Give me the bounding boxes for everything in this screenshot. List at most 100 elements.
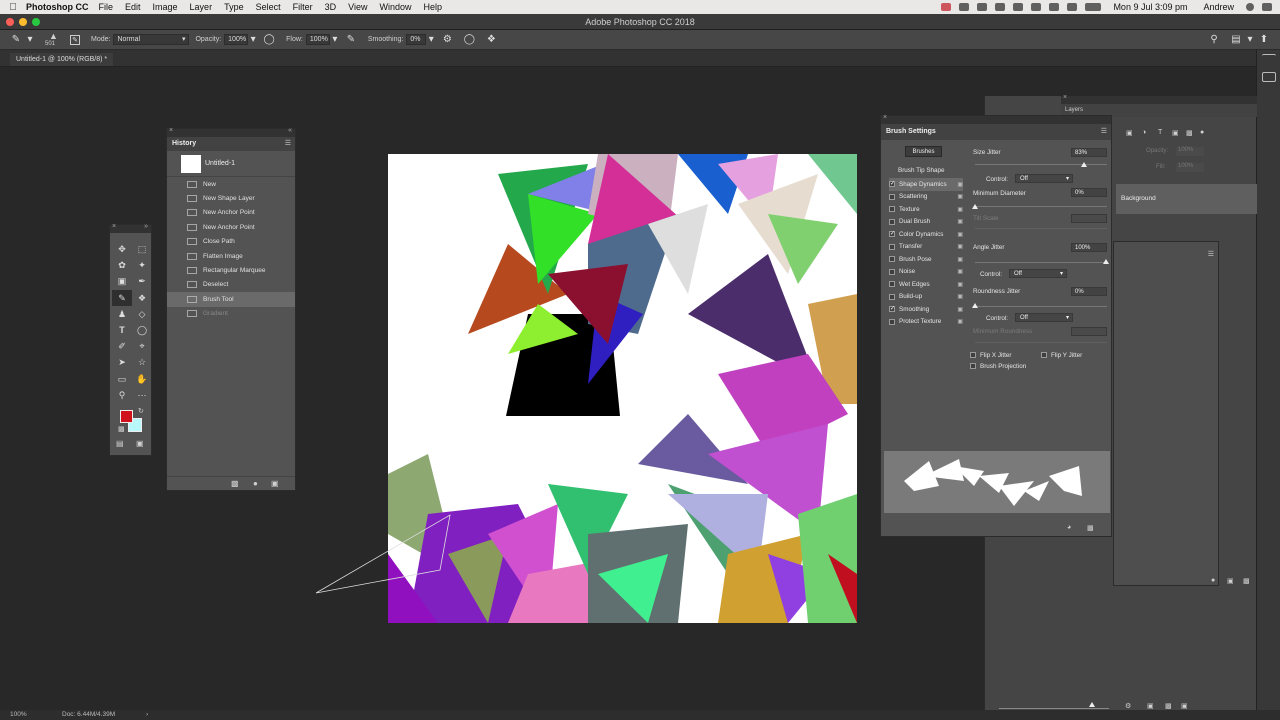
filter-adjust-icon[interactable]: ◑ — [1142, 129, 1146, 136]
swap-colors-icon[interactable]: ↻ — [138, 407, 144, 415]
checkbox[interactable] — [889, 281, 895, 288]
eraser-tool-icon[interactable]: ◇ — [132, 306, 152, 322]
size-jitter-slider[interactable] — [975, 164, 1107, 165]
share-icon[interactable]: ⬆ — [1258, 34, 1270, 46]
properties-icon[interactable]: ⚙ — [1125, 702, 1131, 710]
create-new-brush-icon[interactable]: ▩ — [1087, 524, 1094, 532]
lock-icon[interactable]: ▣ — [957, 193, 963, 200]
chevron-down-icon[interactable]: ▾ — [250, 34, 256, 46]
checkbox[interactable] — [889, 206, 895, 213]
pressure-opacity-icon[interactable]: ◯ — [263, 34, 275, 46]
menu-select[interactable]: Select — [256, 2, 281, 12]
hand-tool-icon[interactable]: ✋ — [132, 371, 152, 387]
brush-projection-checkbox[interactable]: Brush Projection — [970, 360, 1050, 373]
menu-image[interactable]: Image — [153, 2, 178, 12]
status-gmail-icon[interactable] — [995, 3, 1006, 11]
type-tool-icon[interactable]: T — [112, 322, 132, 338]
history-snapshot[interactable]: Untitled-1 — [167, 151, 295, 177]
toggle-live-tip-icon[interactable]: ◕ — [1067, 524, 1071, 531]
panel-collapse-icon[interactable] — [1261, 54, 1276, 58]
link-layers-icon[interactable]: ● — [1211, 577, 1215, 584]
more-tools-icon[interactable]: ⋯ — [132, 387, 152, 403]
size-jitter-field[interactable]: 83% — [1071, 148, 1107, 157]
status-dropbox-icon[interactable] — [1013, 3, 1024, 11]
status-record-icon[interactable] — [941, 3, 952, 11]
chevron-down-icon[interactable]: ▾ — [428, 34, 434, 46]
chevron-down-icon[interactable]: ▾ — [1247, 34, 1253, 46]
lock-icon[interactable]: ▣ — [957, 218, 963, 225]
zoom-tool-icon[interactable]: ⚲ — [112, 387, 132, 403]
layers-tab[interactable]: Layers — [1065, 107, 1083, 113]
menu-edit[interactable]: Edit — [125, 2, 141, 12]
layers-fill-field[interactable]: 100% — [1176, 163, 1204, 172]
brush-option-item[interactable]: Wet Edges ▣ — [889, 278, 963, 291]
status-drive-icon[interactable] — [977, 3, 988, 11]
brush-panel-toggle-icon[interactable]: ✎ — [70, 34, 80, 45]
zoom-level[interactable]: 100% — [10, 710, 27, 720]
close-window-button[interactable] — [6, 18, 14, 26]
folder-icon[interactable]: ▣ — [1147, 702, 1154, 710]
close-icon[interactable]: × — [1063, 94, 1067, 101]
search-icon[interactable]: ⚲ — [1208, 34, 1220, 46]
spotlight-icon[interactable] — [1246, 3, 1254, 11]
brush-option-item[interactable]: Transfer ▣ — [889, 241, 963, 254]
new-document-icon[interactable]: ▩ — [1165, 702, 1172, 710]
checkbox[interactable] — [889, 218, 895, 225]
filter-shape-icon[interactable]: ▣ — [1172, 129, 1179, 137]
crop-frame-icon[interactable]: ⌖ — [132, 338, 152, 354]
brush-option-item[interactable]: ✓ Color Dynamics ▣ — [889, 228, 963, 241]
brush-option-item[interactable]: Texture ▣ — [889, 203, 963, 216]
status-airplay-icon[interactable] — [1031, 3, 1042, 11]
min-diameter-field[interactable]: 0% — [1071, 188, 1107, 197]
brush-option-item[interactable]: Noise ▣ — [889, 266, 963, 279]
bottom-zoom-slider[interactable] — [999, 708, 1109, 709]
checkbox[interactable] — [889, 293, 895, 300]
checkbox[interactable]: ✓ — [889, 231, 895, 238]
expand-icon[interactable]: » — [144, 223, 148, 230]
brush-tip-shape-item[interactable]: Brush Tip Shape — [898, 167, 945, 174]
angle-jitter-slider[interactable] — [975, 262, 1107, 263]
mode-select[interactable]: Normal ▾ — [113, 34, 190, 45]
menu-view[interactable]: View — [348, 2, 367, 12]
trash-icon[interactable]: ▣ — [1181, 702, 1188, 710]
close-icon[interactable]: × — [883, 114, 887, 121]
filter-smart-icon[interactable]: ▩ — [1186, 129, 1193, 137]
checkbox[interactable] — [889, 193, 895, 200]
panel-menu-icon[interactable]: ☰ — [285, 137, 291, 151]
healing-brush-icon[interactable]: ❖ — [132, 290, 152, 306]
panel-menu-icon[interactable]: ☰ — [1208, 250, 1214, 258]
filter-toggle-icon[interactable]: ● — [1200, 129, 1204, 136]
layer-row-background[interactable]: Background — [1116, 184, 1257, 214]
status-volume-icon[interactable] — [1067, 3, 1078, 11]
history-item[interactable]: New Shape Layer — [167, 191, 295, 205]
create-document-icon[interactable]: ▩ — [231, 479, 239, 488]
roundness-jitter-slider-knob[interactable] — [972, 303, 978, 308]
history-tab[interactable]: History — [172, 140, 196, 147]
notification-center-icon[interactable] — [1262, 3, 1272, 11]
lock-icon[interactable]: ▣ — [957, 318, 963, 325]
document-size[interactable]: Doc: 6.44M/4.39M — [62, 710, 115, 720]
brush-option-item[interactable]: Build-up ▣ — [889, 291, 963, 304]
rectangle-tool-icon[interactable]: ▭ — [112, 371, 132, 387]
crop-tool-icon[interactable]: ▣ — [112, 273, 132, 289]
status-battery-icon[interactable] — [1085, 3, 1102, 11]
filter-type-icon[interactable]: T — [1158, 129, 1162, 136]
lock-icon[interactable]: ▣ — [957, 268, 963, 275]
menu-help[interactable]: Help — [423, 2, 442, 12]
lock-icon[interactable]: ▣ — [957, 281, 963, 288]
filter-pixel-icon[interactable]: ▣ — [1126, 129, 1133, 137]
close-icon[interactable]: × — [112, 223, 116, 230]
roundness-control-select[interactable]: Off ▾ — [1015, 313, 1073, 322]
path-selection-icon[interactable]: ➤ — [112, 354, 132, 370]
symmetry-icon[interactable]: ❖ — [485, 34, 497, 46]
checkbox[interactable] — [889, 256, 895, 263]
angle-jitter-field[interactable]: 100% — [1071, 243, 1107, 252]
min-diameter-slider[interactable] — [975, 206, 1107, 207]
history-item[interactable]: New Anchor Point — [167, 220, 295, 234]
new-group-icon[interactable]: ▣ — [1227, 577, 1234, 585]
panel-menu-icon[interactable]: ☰ — [1101, 124, 1107, 140]
checkbox[interactable] — [889, 318, 895, 325]
quick-mask-icon[interactable]: ▤ — [116, 439, 124, 448]
lock-icon[interactable]: ▣ — [957, 181, 963, 188]
brush-option-item[interactable]: Protect Texture ▣ — [889, 316, 963, 329]
